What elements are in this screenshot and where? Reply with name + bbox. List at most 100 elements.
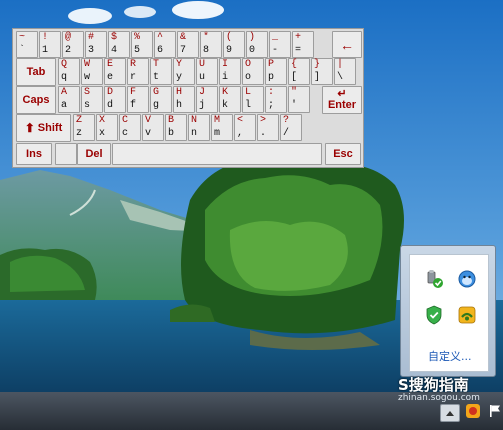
- key-1-7[interactable]: Ii: [219, 58, 241, 85]
- caps-lock-key[interactable]: Caps: [16, 86, 56, 114]
- key-0-9[interactable]: (9: [223, 31, 245, 58]
- key-3-8[interactable]: >.: [257, 114, 279, 141]
- safely-remove-hardware-icon[interactable]: [424, 269, 444, 289]
- show-hidden-icons-button[interactable]: [440, 404, 460, 422]
- enter-key[interactable]: ↵ Enter: [322, 86, 362, 114]
- ins-key[interactable]: Ins: [16, 143, 52, 165]
- key-base-char: ;: [268, 100, 275, 111]
- key-2-2[interactable]: Dd: [104, 86, 126, 113]
- key-base-char: q: [61, 72, 68, 83]
- key-2-1[interactable]: Ss: [81, 86, 103, 113]
- key-1-8[interactable]: Oo: [242, 58, 264, 85]
- key-base-char: ]: [314, 72, 321, 83]
- key-shift-char: M: [214, 115, 221, 126]
- key-1-3[interactable]: Rr: [127, 58, 149, 85]
- key-base-char: f: [130, 100, 137, 111]
- key-3-1[interactable]: Xx: [96, 114, 118, 141]
- key-3-6[interactable]: Mm: [211, 114, 233, 141]
- key-3-9[interactable]: ? /: [280, 114, 302, 141]
- tab-key[interactable]: Tab: [16, 58, 56, 86]
- key-0-2[interactable]: @2: [62, 31, 84, 58]
- key-1-1[interactable]: Ww: [81, 58, 103, 85]
- blank-key[interactable]: [55, 143, 77, 165]
- sogou-taskbar-icon[interactable]: [465, 403, 481, 419]
- notification-area-popup: 自定义...: [400, 245, 496, 377]
- key-2-10[interactable]: " ': [288, 86, 310, 113]
- key-base-char: o: [245, 72, 252, 83]
- key-1-9[interactable]: Pp: [265, 58, 287, 85]
- backspace-key[interactable]: ←: [332, 31, 362, 58]
- key-2-6[interactable]: Jj: [196, 86, 218, 113]
- key-base-char: 0: [249, 45, 256, 56]
- qq-penguin-icon[interactable]: [457, 269, 477, 289]
- key-base-char: 7: [180, 45, 187, 56]
- key-base-char: p: [268, 72, 275, 83]
- key-0-11[interactable]: _ -: [269, 31, 291, 58]
- key-2-7[interactable]: Kk: [219, 86, 241, 113]
- key-shift-char: _: [272, 32, 279, 43]
- key-3-2[interactable]: Cc: [119, 114, 141, 141]
- key-0-12[interactable]: + =: [292, 31, 314, 58]
- space-key[interactable]: [112, 143, 322, 165]
- key-base-char: a: [61, 100, 68, 111]
- key-0-4[interactable]: $4: [108, 31, 130, 58]
- key-shift-char: @: [65, 32, 72, 43]
- key-base-char: s: [84, 100, 91, 111]
- key-0-10[interactable]: ) 0: [246, 31, 268, 58]
- key-1-5[interactable]: Yy: [173, 58, 195, 85]
- key-base-char: d: [107, 100, 114, 111]
- key-shift-char: $: [111, 32, 118, 43]
- key-2-0[interactable]: Aa: [58, 86, 80, 113]
- key-shift-char: #: [88, 32, 95, 43]
- key-base-char: y: [176, 72, 183, 83]
- key-0-0[interactable]: ~ `: [16, 31, 38, 58]
- key-base-char: .: [260, 128, 267, 139]
- key-0-5[interactable]: % 5: [131, 31, 153, 58]
- key-3-7[interactable]: <,: [234, 114, 256, 141]
- key-0-6[interactable]: ^ 6: [154, 31, 176, 58]
- key-shift-char: S: [84, 87, 91, 98]
- key-3-5[interactable]: Nn: [188, 114, 210, 141]
- key-shift-char: R: [130, 59, 137, 70]
- key-0-1[interactable]: ! 1: [39, 31, 61, 58]
- key-3-4[interactable]: Bb: [165, 114, 187, 141]
- key-3-3[interactable]: Vv: [142, 114, 164, 141]
- key-1-6[interactable]: Uu: [196, 58, 218, 85]
- shift-key[interactable]: ⬆ Shift: [16, 114, 71, 142]
- key-shift-char: O: [245, 59, 252, 70]
- key-base-char: 2: [65, 45, 72, 56]
- key-shift-char: |: [337, 59, 344, 70]
- key-0-7[interactable]: & 7: [177, 31, 199, 58]
- key-1-10[interactable]: {[: [288, 58, 310, 85]
- key-base-char: c: [122, 128, 129, 139]
- key-shift-char: :: [268, 87, 275, 98]
- key-base-char: g: [153, 100, 160, 111]
- del-key-label: Del: [85, 148, 103, 160]
- key-2-8[interactable]: Ll: [242, 86, 264, 113]
- key-base-char: u: [199, 72, 206, 83]
- key-2-3[interactable]: Ff: [127, 86, 149, 113]
- key-base-char: 5: [134, 45, 141, 56]
- esc-key[interactable]: Esc: [325, 143, 361, 165]
- key-2-4[interactable]: Gg: [150, 86, 172, 113]
- shift-arrow-icon: ⬆: [24, 121, 35, 135]
- key-1-2[interactable]: Ee: [104, 58, 126, 85]
- customize-link[interactable]: 自定义...: [428, 348, 472, 364]
- security-shield-icon[interactable]: [424, 305, 444, 325]
- key-base-char: w: [84, 72, 91, 83]
- key-0-3[interactable]: #3: [85, 31, 107, 58]
- key-1-0[interactable]: Qq: [58, 58, 80, 85]
- key-base-char: k: [222, 100, 229, 111]
- key-1-12[interactable]: | \: [334, 58, 356, 85]
- key-1-4[interactable]: Tt: [150, 58, 172, 85]
- action-center-flag-icon[interactable]: [488, 404, 502, 418]
- key-2-9[interactable]: :;: [265, 86, 287, 113]
- key-0-8[interactable]: * 8: [200, 31, 222, 58]
- del-key[interactable]: Del: [77, 143, 111, 165]
- key-1-11[interactable]: }]: [311, 58, 333, 85]
- key-3-0[interactable]: Zz: [73, 114, 95, 141]
- key-2-5[interactable]: Hh: [173, 86, 195, 113]
- sogou-input-icon[interactable]: [457, 305, 477, 325]
- key-shift-char: Y: [176, 59, 183, 70]
- tab-key-label: Tab: [26, 66, 46, 78]
